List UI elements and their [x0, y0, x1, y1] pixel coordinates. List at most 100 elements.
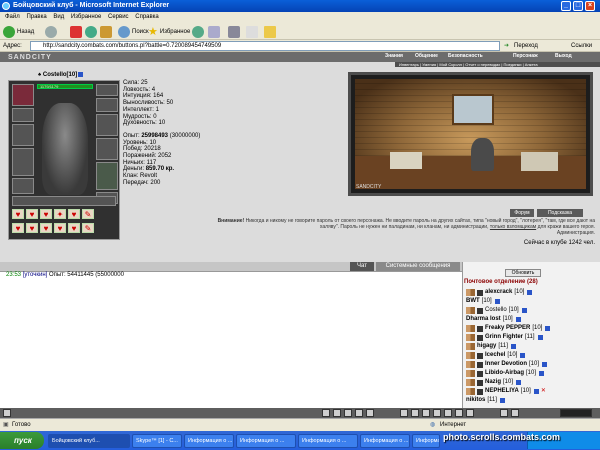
list-item[interactable]: Icechel [10] [466, 351, 526, 360]
armor-slot[interactable] [12, 148, 34, 176]
gloves-slot[interactable] [96, 114, 118, 136]
list-item[interactable]: Nazig [10] [466, 378, 522, 387]
links-button[interactable]: Ссылки [571, 40, 592, 52]
amulet-slot[interactable] [12, 108, 34, 122]
nav-character[interactable]: Персонаж [513, 53, 538, 59]
info-icon[interactable] [78, 72, 84, 77]
address-input[interactable]: http://sandcity.combats.com/buttons.pl?b… [30, 41, 500, 51]
smile-icon[interactable] [322, 409, 330, 417]
elixir-icon[interactable]: ♥ [54, 223, 66, 233]
task-info[interactable]: Информация о ... [360, 434, 410, 448]
necklace-slot[interactable] [96, 98, 118, 112]
sound-icon[interactable] [444, 409, 452, 417]
menu-favorites[interactable]: Избранное [71, 14, 101, 20]
task-info[interactable]: Информация о ... [298, 434, 358, 448]
gear-icon[interactable] [422, 409, 430, 417]
start-button[interactable]: пуск [0, 432, 44, 449]
list-item[interactable]: nikitos [11] [466, 396, 505, 405]
forward-button[interactable] [45, 25, 57, 38]
rings-row[interactable] [12, 196, 116, 206]
nav-exit[interactable]: Выход [555, 53, 572, 59]
task-info[interactable]: Информация о ... [412, 434, 440, 448]
task-info[interactable]: Информация о ... [236, 434, 296, 448]
elixir-icon[interactable]: ♥ [26, 223, 38, 233]
key-icon[interactable] [511, 409, 519, 417]
close-button[interactable]: × [585, 1, 595, 11]
pants-slot[interactable] [96, 162, 118, 190]
menu-icon[interactable] [455, 409, 463, 417]
mail-button[interactable] [208, 25, 220, 38]
menu-file[interactable]: Файл [5, 14, 20, 20]
location-scene[interactable]: SANDCITY [348, 72, 593, 196]
mail-icon[interactable] [411, 409, 419, 417]
elixir-icon[interactable]: ♥ [12, 223, 24, 233]
menu-tools[interactable]: Сервис [108, 14, 129, 20]
crate-object[interactable] [521, 151, 559, 172]
translit-icon[interactable] [366, 409, 374, 417]
elixir-icon[interactable]: ♥ [40, 209, 52, 219]
minimize-button[interactable]: _ [561, 1, 571, 11]
window-object[interactable] [452, 94, 494, 126]
list-item[interactable]: Dharma lost [10] [466, 315, 521, 324]
scroll-icon[interactable]: ✦ [54, 209, 66, 219]
edit-button[interactable] [246, 25, 258, 38]
task-browser[interactable]: Бойцовский клуб... [48, 434, 130, 448]
sub-nav[interactable]: Инвентарь | Умения | Мой Скролл | Отчет … [395, 62, 600, 67]
chat-user[interactable]: [уточкин] [23, 272, 48, 278]
go-button[interactable]: Переход [514, 40, 538, 52]
refresh-button[interactable] [85, 25, 97, 38]
forum-button[interactable]: Форум [510, 209, 534, 217]
elixir-icon[interactable]: ♥ [26, 209, 38, 219]
list-item[interactable]: alexcrack [10] [466, 288, 533, 297]
menu-edit[interactable]: Правка [26, 14, 46, 20]
back-button[interactable]: Назад [3, 25, 34, 38]
history-button[interactable] [192, 25, 204, 38]
npc-figure[interactable] [470, 138, 494, 172]
scroll-icon[interactable]: ✎ [82, 209, 94, 219]
stop-button[interactable] [70, 25, 82, 38]
list-item[interactable]: Costello [10] [466, 306, 527, 315]
chat-area[interactable] [0, 271, 462, 408]
list-item[interactable]: BWT [10] [466, 297, 500, 306]
folder-button[interactable] [264, 25, 276, 38]
filter-icon[interactable] [355, 409, 363, 417]
menu-help[interactable]: Справка [135, 14, 159, 20]
earrings-slot[interactable] [96, 84, 118, 96]
exit-icon[interactable] [500, 409, 508, 417]
helmet-slot[interactable] [12, 84, 34, 106]
warning-link[interactable]: только взломщикам [490, 224, 536, 230]
task-info[interactable]: Информация о ... [184, 434, 234, 448]
refresh-list-button[interactable]: Обновить [505, 269, 541, 277]
sort-icon[interactable] [466, 409, 474, 417]
tab-chat[interactable]: Чат [350, 262, 374, 271]
hints-button[interactable]: Подсказка [537, 209, 583, 217]
chat-icon[interactable] [400, 409, 408, 417]
arrow-icon[interactable] [3, 409, 11, 417]
list-item[interactable]: higagy [11] [466, 342, 516, 351]
clear-icon[interactable] [333, 409, 341, 417]
nav-knowledge[interactable]: Знания [385, 53, 403, 59]
elixir-icon[interactable]: ♥ [40, 223, 52, 233]
refresh-icon[interactable] [433, 409, 441, 417]
favorites-button[interactable]: ★ Избранное [148, 25, 190, 38]
list-item[interactable]: NEPHELIYA [10] ✕ [466, 387, 546, 396]
list-item[interactable]: Grinn Fighter [11] [466, 333, 543, 342]
shield-slot[interactable] [96, 138, 118, 160]
list-item[interactable]: Inner Devotion [10] [466, 360, 548, 369]
scroll-icon[interactable]: ✎ [82, 223, 94, 233]
elixir-icon[interactable]: ♥ [12, 209, 24, 219]
weapon-slot[interactable] [12, 124, 34, 146]
elixir-icon[interactable]: ♥ [68, 209, 80, 219]
pen-icon[interactable] [344, 409, 352, 417]
character-name[interactable]: Costello [43, 72, 67, 78]
belt-slot[interactable] [12, 178, 34, 194]
list-item[interactable]: Libido-Airbag [10] [466, 369, 545, 378]
home-button[interactable] [100, 25, 112, 38]
task-skype[interactable]: Skype™ [1] - C... [132, 434, 182, 448]
crate-object[interactable] [389, 151, 422, 170]
maximize-button[interactable]: □ [573, 1, 583, 11]
character-avatar[interactable] [42, 103, 88, 195]
nav-security[interactable]: Безопасность [448, 53, 483, 59]
print-button[interactable] [228, 25, 240, 38]
menu-view[interactable]: Вид [53, 14, 64, 20]
